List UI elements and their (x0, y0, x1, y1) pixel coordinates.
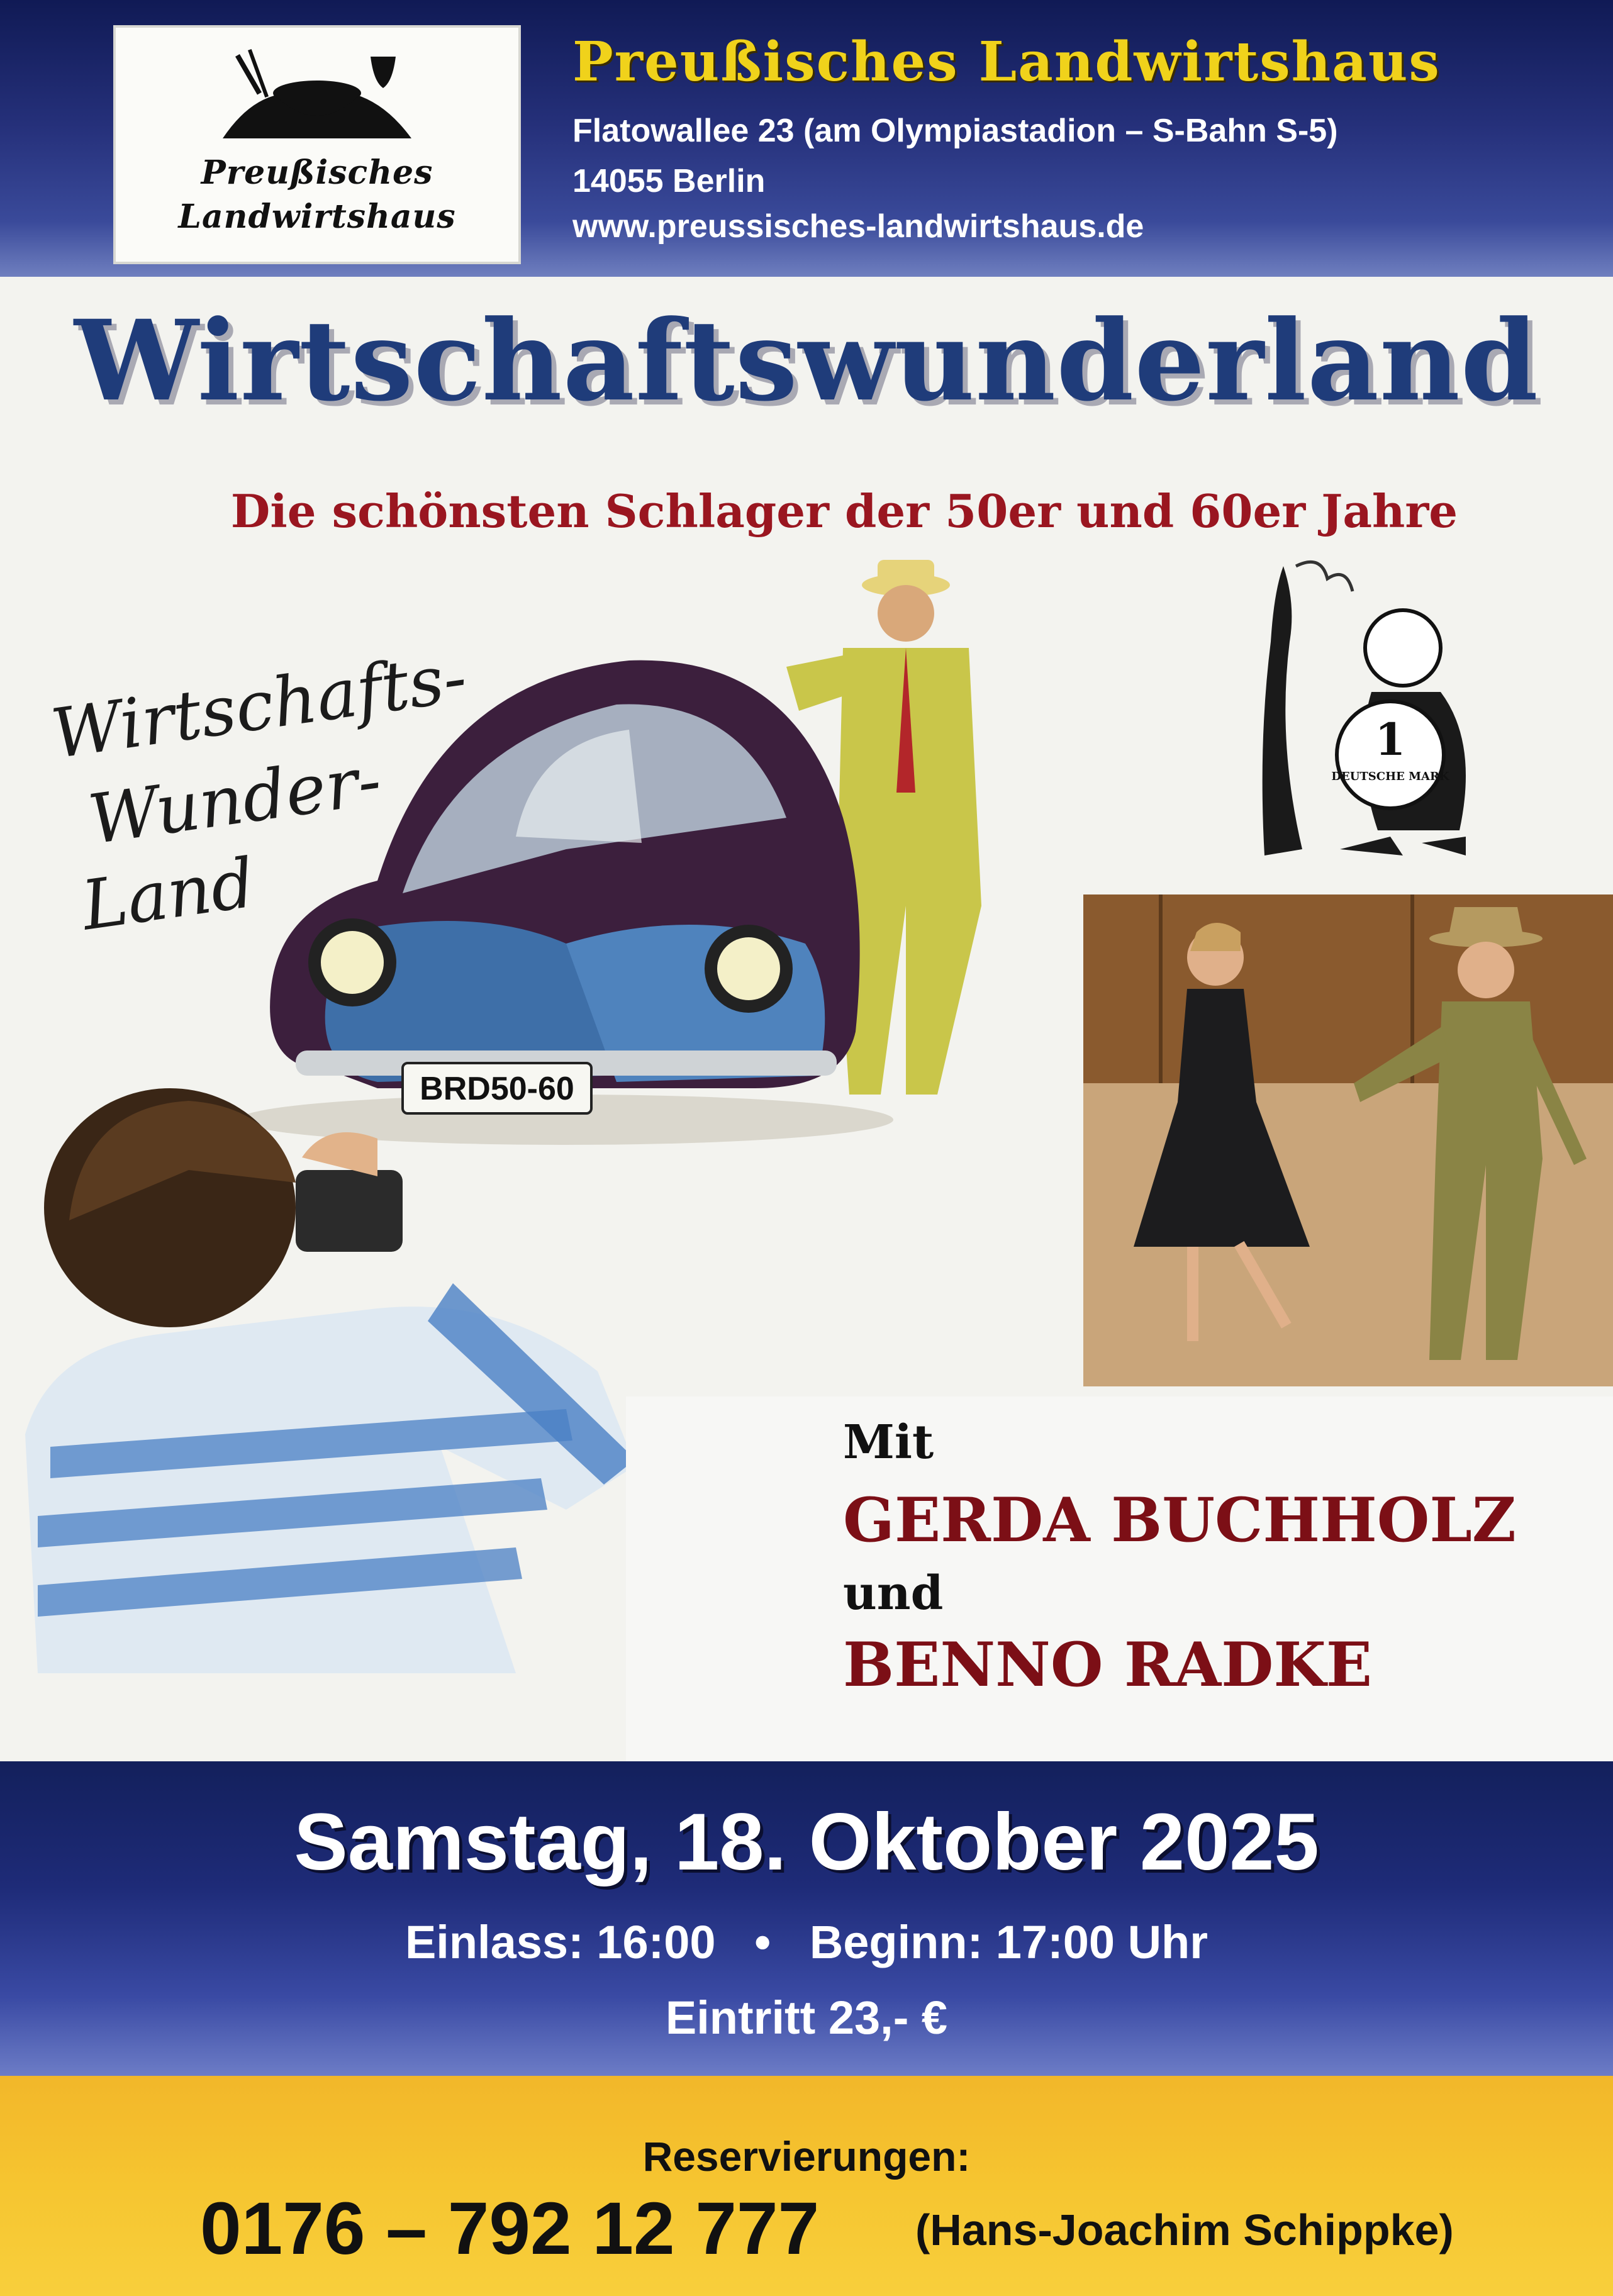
page-subtitle: Die schönsten Schlager der 50er und 60er… (230, 484, 1458, 538)
performer-name-1: GERDA BUCHHOLZ (843, 1485, 1516, 1556)
logo: Preußisches Landwirtshaus (113, 25, 521, 264)
performers-box: Mit GERDA BUCHHOLZ und BENNO RADKE (626, 1396, 1613, 1761)
reservation-contact: (Hans-Joachim Schippke) (915, 2205, 1454, 2254)
event-price: Eintritt 23,- € (665, 1992, 948, 2044)
venue-title: Preußisches Landwirtshaus (572, 30, 1441, 94)
venue-city: 14055 Berlin (572, 163, 766, 199)
logo-text-line1: Preußisches (201, 153, 433, 192)
photographer-figure (25, 1088, 635, 1673)
event-times: Einlass: 16:00 • Beginn: 17:00 Uhr (405, 1916, 1208, 1968)
coin-label: DEUTSCHE MARK (1331, 770, 1450, 783)
reservation-label: Reservierungen: (642, 2133, 971, 2180)
logo-text-line2: Landwirtshaus (178, 198, 456, 236)
page-title: Wirtschaftswunderland (74, 296, 1539, 426)
performer-name-2: BENNO RADKE (843, 1629, 1372, 1700)
venue-url[interactable]: www.preussisches-landwirtshaus.de (572, 208, 1144, 245)
venue-address: Flatowallee 23 (am Olympiastadion – S-Ba… (572, 113, 1338, 149)
dancing-couple-photo (1083, 894, 1613, 1386)
performers-intro: Mit (843, 1415, 934, 1469)
event-date: Samstag, 18. Oktober 2025 (294, 1797, 1319, 1887)
tableware-logo-icon (223, 48, 411, 138)
cartoon-coin-man: 1 DEUTSCHE MARK (1262, 560, 1466, 855)
performers-conjunction: und (843, 1566, 944, 1620)
license-plate: BRD50-60 (420, 1071, 574, 1107)
reservation-phone[interactable]: 0176 – 792 12 777 (200, 2186, 819, 2271)
coin-value: 1 (1375, 713, 1406, 766)
